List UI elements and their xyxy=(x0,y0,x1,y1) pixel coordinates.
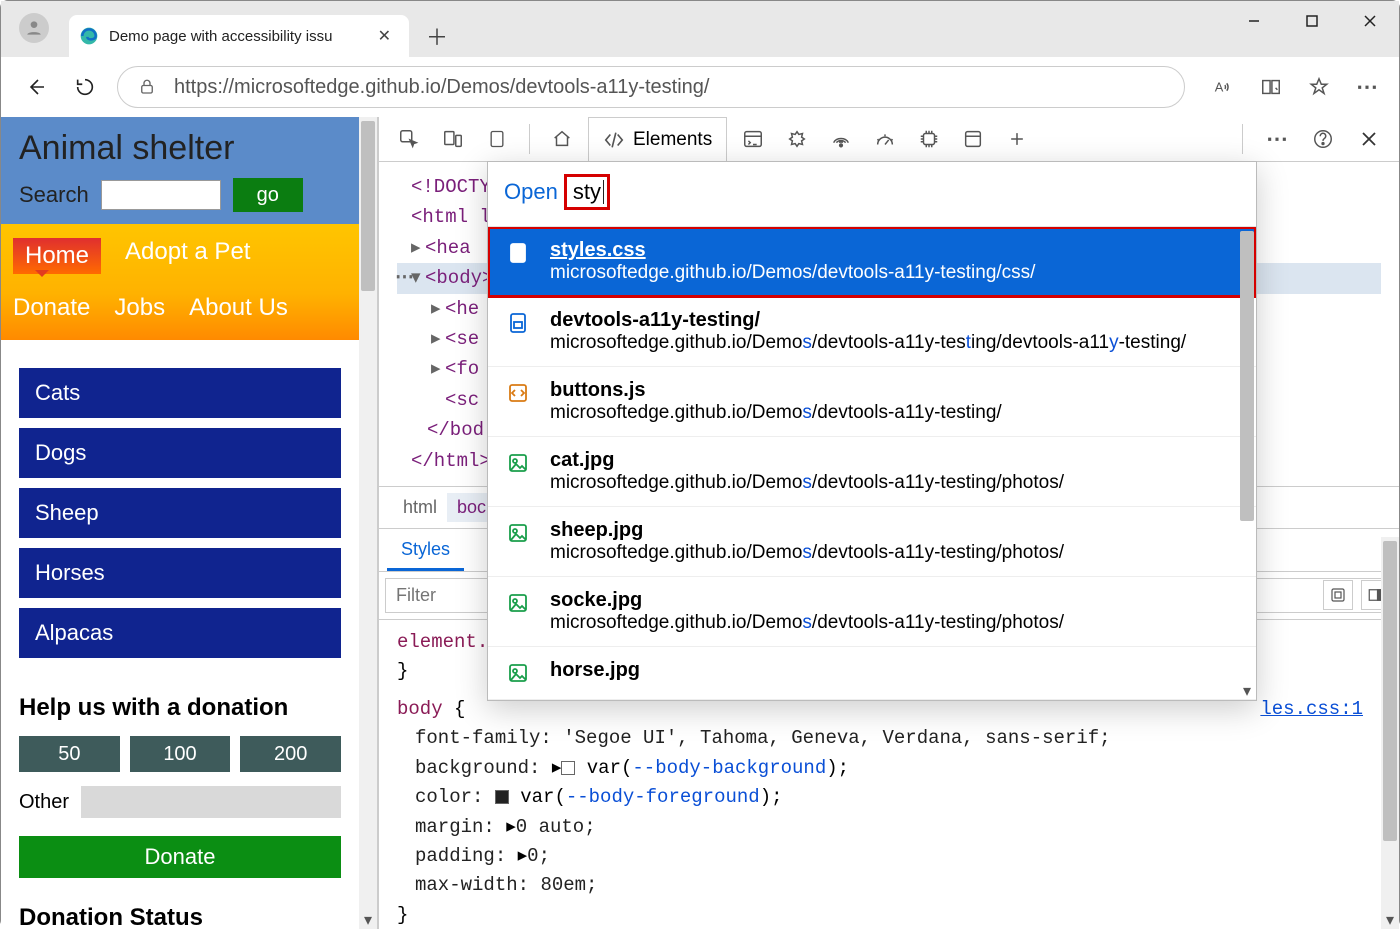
nav-home[interactable]: Home xyxy=(13,238,101,274)
url-text: https://microsoftedge.github.io/Demos/de… xyxy=(174,76,709,99)
page-scrollbar[interactable]: ▴ ▾ xyxy=(359,117,377,929)
file-type-icon xyxy=(506,661,532,687)
maximize-button[interactable] xyxy=(1283,1,1341,41)
source-link[interactable]: les.css:1 xyxy=(1260,695,1363,724)
lock-icon xyxy=(138,78,156,96)
sources-icon[interactable] xyxy=(779,121,815,157)
new-tab-button[interactable]: ＋ xyxy=(417,15,457,57)
command-menu-item[interactable]: socke.jpgmicrosoftedge.github.io/Demos/d… xyxy=(488,577,1256,647)
application-icon[interactable] xyxy=(955,121,991,157)
reader-mode-icon[interactable] xyxy=(1255,71,1287,103)
url-field[interactable]: https://microsoftedge.github.io/Demos/de… xyxy=(117,66,1185,108)
console-icon[interactable] xyxy=(735,121,771,157)
command-menu: Open sty ▴ ▾ styles.cssmicrosoftedge.git… xyxy=(487,161,1257,701)
donation-header: Help us with a donation xyxy=(1,668,359,736)
devtools-more-icon[interactable]: ⋯ xyxy=(1259,121,1295,157)
elements-tab[interactable]: Elements xyxy=(588,117,727,162)
command-menu-item[interactable]: buttons.jsmicrosoftedge.github.io/Demos/… xyxy=(488,367,1256,437)
back-button[interactable] xyxy=(17,69,53,105)
command-menu-item[interactable]: styles.cssmicrosoftedge.github.io/Demos/… xyxy=(488,227,1256,297)
other-amount-input[interactable] xyxy=(81,786,341,818)
welcome-icon[interactable] xyxy=(544,121,580,157)
memory-icon[interactable] xyxy=(911,121,947,157)
panel-icon[interactable] xyxy=(479,121,515,157)
styles-tab[interactable]: Styles xyxy=(387,531,464,571)
go-button[interactable]: go xyxy=(233,178,303,212)
search-label: Search xyxy=(19,182,89,208)
favorite-icon[interactable] xyxy=(1303,71,1335,103)
tab-title: Demo page with accessibility issu xyxy=(109,28,374,45)
file-type-icon xyxy=(506,521,532,547)
cat-link[interactable]: Horses xyxy=(19,548,341,598)
donate-200[interactable]: 200 xyxy=(240,736,341,772)
devtools-close-icon[interactable] xyxy=(1351,121,1387,157)
nav-adopt[interactable]: Adopt a Pet xyxy=(125,238,250,274)
cat-link[interactable]: Cats xyxy=(19,368,341,418)
refresh-button[interactable] xyxy=(67,69,103,105)
tab-close-icon[interactable]: ✕ xyxy=(374,22,395,50)
file-type-icon xyxy=(506,241,532,267)
open-label: Open xyxy=(504,179,558,205)
address-bar: https://microsoftedge.github.io/Demos/de… xyxy=(1,57,1399,117)
file-type-icon xyxy=(506,591,532,617)
edge-favicon-icon xyxy=(79,26,99,46)
donate-50[interactable]: 50 xyxy=(19,736,120,772)
inspect-icon[interactable] xyxy=(391,121,427,157)
svg-text:A: A xyxy=(1215,80,1224,95)
cat-link[interactable]: Sheep xyxy=(19,488,341,538)
close-window-button[interactable] xyxy=(1341,1,1399,41)
network-icon[interactable] xyxy=(823,121,859,157)
more-menu-icon[interactable]: ⋯ xyxy=(1351,71,1383,103)
command-menu-item[interactable]: horse.jpg xyxy=(488,647,1256,700)
add-tab-icon[interactable] xyxy=(999,121,1035,157)
other-label: Other xyxy=(19,791,69,814)
devtools-scrollbar[interactable]: ▴ ▾ xyxy=(1381,537,1399,929)
donate-100[interactable]: 100 xyxy=(130,736,231,772)
minimize-button[interactable] xyxy=(1225,1,1283,41)
window-titlebar: Demo page with accessibility issu ✕ ＋ xyxy=(1,1,1399,57)
help-icon[interactable] xyxy=(1305,121,1341,157)
command-menu-item[interactable]: cat.jpgmicrosoftedge.github.io/Demos/dev… xyxy=(488,437,1256,507)
search-input[interactable] xyxy=(101,180,221,210)
nav-jobs[interactable]: Jobs xyxy=(114,294,165,322)
page-title: Animal shelter xyxy=(19,129,341,168)
page-nav: Home Adopt a Pet Donate Jobs About Us xyxy=(1,224,359,340)
file-type-icon xyxy=(506,381,532,407)
command-menu-item[interactable]: devtools-a11y-testing/microsoftedge.gith… xyxy=(488,297,1256,367)
nav-about[interactable]: About Us xyxy=(189,294,288,322)
cat-link[interactable]: Alpacas xyxy=(19,608,341,658)
donate-button[interactable]: Donate xyxy=(19,836,341,878)
command-input[interactable]: sty xyxy=(564,174,610,210)
cat-link[interactable]: Dogs xyxy=(19,428,341,478)
crumb-html[interactable]: html xyxy=(393,493,447,522)
window-controls xyxy=(1225,1,1399,41)
command-menu-item[interactable]: sheep.jpgmicrosoftedge.github.io/Demos/d… xyxy=(488,507,1256,577)
device-toggle-icon[interactable] xyxy=(435,121,471,157)
nav-donate[interactable]: Donate xyxy=(13,294,90,322)
browser-tab[interactable]: Demo page with accessibility issu ✕ xyxy=(69,15,409,57)
devtools-toolbar: Elements ⋯ xyxy=(379,117,1399,162)
profile-avatar[interactable] xyxy=(19,13,49,43)
page-viewport: Animal shelter Search go Home Adopt a Pe… xyxy=(1,117,377,929)
donation-status-header: Donation Status xyxy=(1,878,359,929)
file-type-icon xyxy=(506,311,532,337)
read-aloud-icon[interactable]: A xyxy=(1207,71,1239,103)
performance-icon[interactable] xyxy=(867,121,903,157)
file-type-icon xyxy=(506,451,532,477)
toggle-classes-icon[interactable] xyxy=(1323,580,1353,610)
